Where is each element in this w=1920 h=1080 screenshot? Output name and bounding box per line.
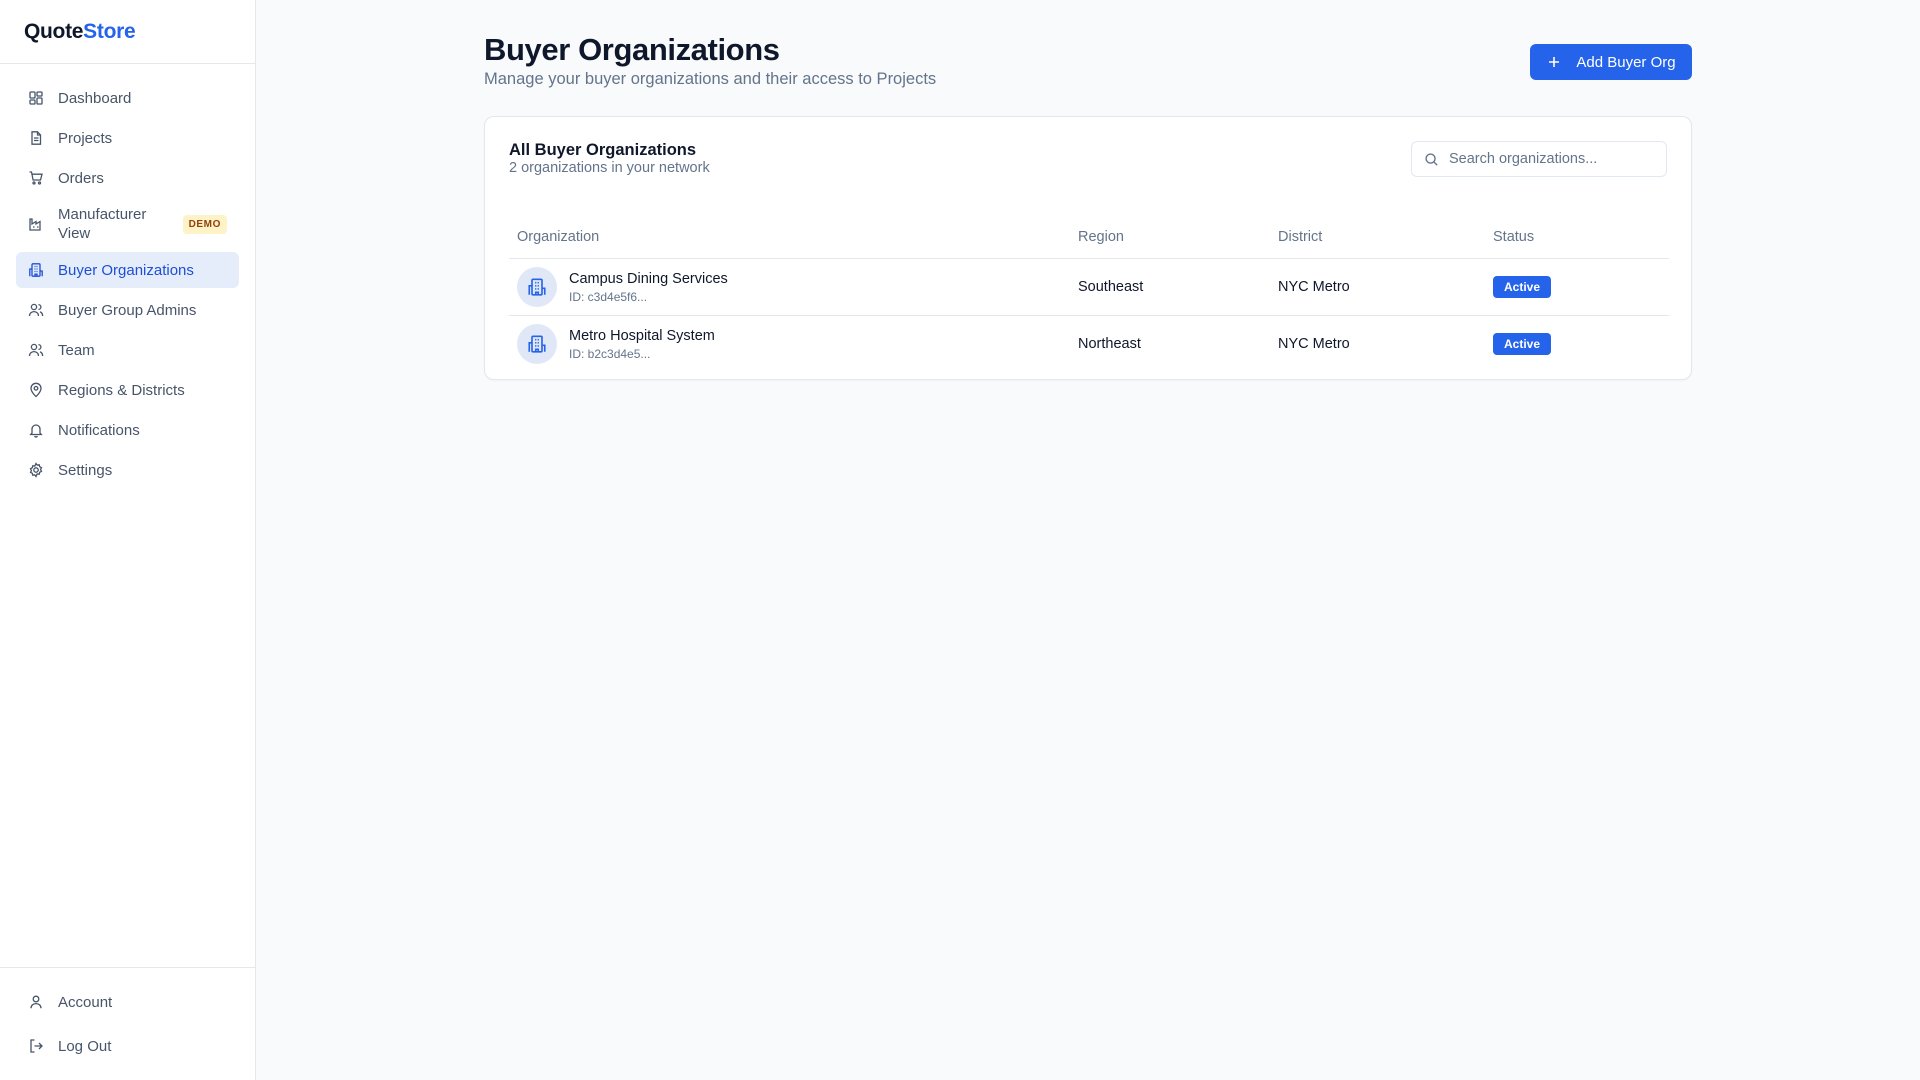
sidebar-item-regions-districts[interactable]: Regions & Districts xyxy=(16,372,239,408)
page-header: Buyer Organizations Manage your buyer or… xyxy=(484,0,1692,116)
sidebar-item-label: Notifications xyxy=(58,421,140,439)
sidebar-item-label: Projects xyxy=(58,129,113,147)
cart-icon xyxy=(28,170,44,186)
org-avatar xyxy=(517,324,557,364)
sidebar-item-label: Regions & Districts xyxy=(58,381,185,399)
org-id: ID: b2c3d4e5... xyxy=(569,347,651,361)
card-title: All Buyer Organizations xyxy=(509,141,697,159)
sidebar-item-buyer-group-admins[interactable]: Buyer Group Admins xyxy=(16,292,239,328)
sidebar-footer: Account Log Out xyxy=(0,967,255,1080)
dashboard-icon xyxy=(28,90,44,106)
status-badge: Active xyxy=(1493,333,1552,355)
org-name[interactable]: Metro Hospital System xyxy=(569,328,715,344)
brand-name-part1: Quote xyxy=(24,19,84,43)
sidebar-item-dashboard[interactable]: Dashboard xyxy=(16,80,239,116)
building-icon xyxy=(528,278,546,296)
building-icon xyxy=(28,262,44,278)
column-header-district[interactable]: District xyxy=(1278,229,1322,245)
main-content: Buyer Organizations Manage your buyer or… xyxy=(484,0,1692,380)
sidebar-item-label: Account xyxy=(58,993,113,1011)
brand-name-part2: Store xyxy=(83,19,136,43)
logout-icon xyxy=(28,1038,44,1054)
sidebar-item-team[interactable]: Team xyxy=(16,332,239,368)
factory-icon xyxy=(28,216,44,232)
page-subtitle: Manage your buyer organizations and thei… xyxy=(484,70,937,88)
table-row[interactable]: Metro Hospital System ID: b2c3d4e5... No… xyxy=(509,316,1669,373)
column-header-organization[interactable]: Organization xyxy=(517,229,599,245)
sidebar-item-label: Orders xyxy=(58,169,104,187)
add-buyer-org-label: Add Buyer Org xyxy=(1576,53,1676,71)
org-region: Northeast xyxy=(1078,336,1141,352)
demo-badge: DEMO xyxy=(182,214,227,234)
sidebar-item-label: Buyer Organizations xyxy=(58,261,194,279)
sidebar-item-label: Log Out xyxy=(58,1037,112,1055)
search-icon xyxy=(1425,152,1438,166)
map-pin-icon xyxy=(28,382,44,398)
sidebar-item-orders[interactable]: Orders xyxy=(16,160,239,196)
sidebar-item-logout[interactable]: Log Out xyxy=(16,1026,239,1066)
table-header: Organization Region District Status xyxy=(509,205,1669,259)
card-subtitle: 2 organizations in your network xyxy=(509,160,710,176)
org-name[interactable]: Campus Dining Services xyxy=(569,271,728,287)
bell-icon xyxy=(28,422,44,438)
brand-logo[interactable]: Quote Store xyxy=(0,0,255,64)
user-icon xyxy=(28,994,44,1010)
sidebar-item-label: Manufacturer View xyxy=(58,206,147,242)
org-region: Southeast xyxy=(1078,279,1144,295)
add-buyer-org-button[interactable]: Add Buyer Org xyxy=(1530,44,1692,80)
plus-icon xyxy=(1549,57,1560,67)
org-district: NYC Metro xyxy=(1278,336,1350,352)
sidebar-item-label: Dashboard xyxy=(58,89,132,107)
building-icon xyxy=(528,335,546,353)
organizations-table: Organization Region District Status Camp… xyxy=(509,205,1669,373)
column-header-status[interactable]: Status xyxy=(1493,229,1534,245)
org-district: NYC Metro xyxy=(1278,279,1350,295)
org-avatar xyxy=(517,267,557,307)
team-icon xyxy=(28,342,44,358)
search-box[interactable] xyxy=(1411,141,1667,177)
sidebar-item-settings[interactable]: Settings xyxy=(16,452,239,488)
org-id: ID: c3d4e5f6... xyxy=(569,290,648,304)
sidebar-item-buyer-organizations[interactable]: Buyer Organizations xyxy=(16,252,239,288)
table-row[interactable]: Campus Dining Services ID: c3d4e5f6... S… xyxy=(509,259,1669,316)
sidebar-item-label: Team xyxy=(58,341,95,359)
page-title: Buyer Organizations xyxy=(484,32,780,67)
sidebar-nav: Dashboard Projects Orders Manufacturer V… xyxy=(0,64,255,488)
status-badge: Active xyxy=(1493,276,1552,298)
organizations-card: All Buyer Organizations 2 organizations … xyxy=(484,116,1692,380)
sidebar-item-label: Settings xyxy=(58,461,113,479)
sidebar-item-projects[interactable]: Projects xyxy=(16,120,239,156)
column-header-region[interactable]: Region xyxy=(1078,229,1124,245)
sidebar-item-notifications[interactable]: Notifications xyxy=(16,412,239,448)
gear-icon xyxy=(28,462,44,478)
users-icon xyxy=(28,302,44,318)
document-icon xyxy=(28,130,44,146)
sidebar-item-manufacturer-view[interactable]: Manufacturer View DEMO xyxy=(16,200,239,248)
sidebar-item-account[interactable]: Account xyxy=(16,982,239,1022)
sidebar: Quote Store Dashboard Projects Orders Man… xyxy=(0,0,256,1080)
sidebar-item-label: Buyer Group Admins xyxy=(58,301,197,319)
search-input[interactable] xyxy=(1449,151,1649,167)
